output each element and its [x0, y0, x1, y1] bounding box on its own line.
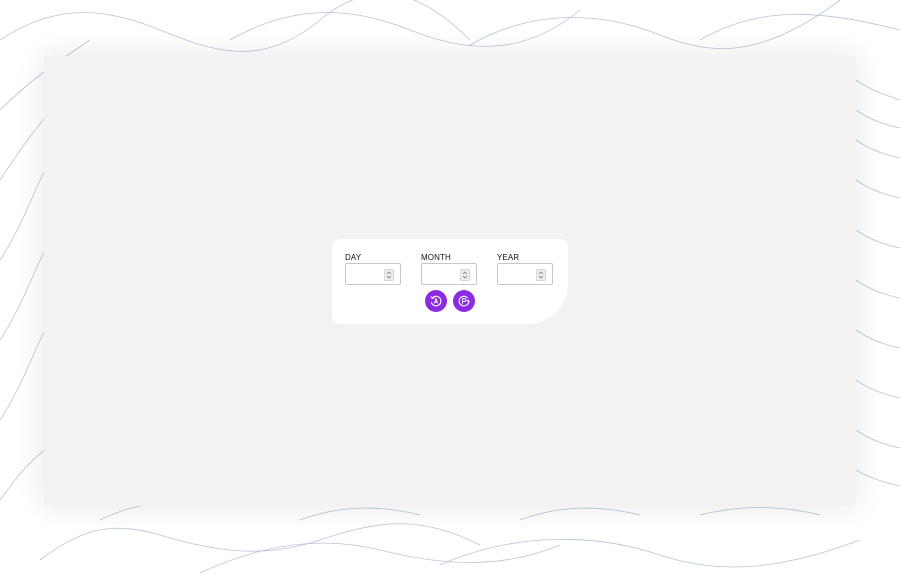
year-label: YEAR: [497, 253, 520, 262]
month-label: MONTH: [421, 253, 451, 262]
date-form-card: DAY MONTH YEAR: [332, 239, 568, 324]
month-input[interactable]: [421, 263, 477, 285]
rotate-left-button[interactable]: [425, 290, 447, 312]
month-spinner-icon[interactable]: [460, 269, 470, 281]
year-input[interactable]: [497, 263, 553, 285]
day-input[interactable]: [345, 263, 401, 285]
year-spinner-icon[interactable]: [536, 269, 546, 281]
rotate-left-icon: [430, 295, 442, 307]
day-label: DAY: [345, 253, 362, 262]
rotate-right-icon: [458, 295, 470, 307]
day-spinner-icon[interactable]: [384, 269, 394, 281]
rotate-right-button[interactable]: [453, 290, 475, 312]
